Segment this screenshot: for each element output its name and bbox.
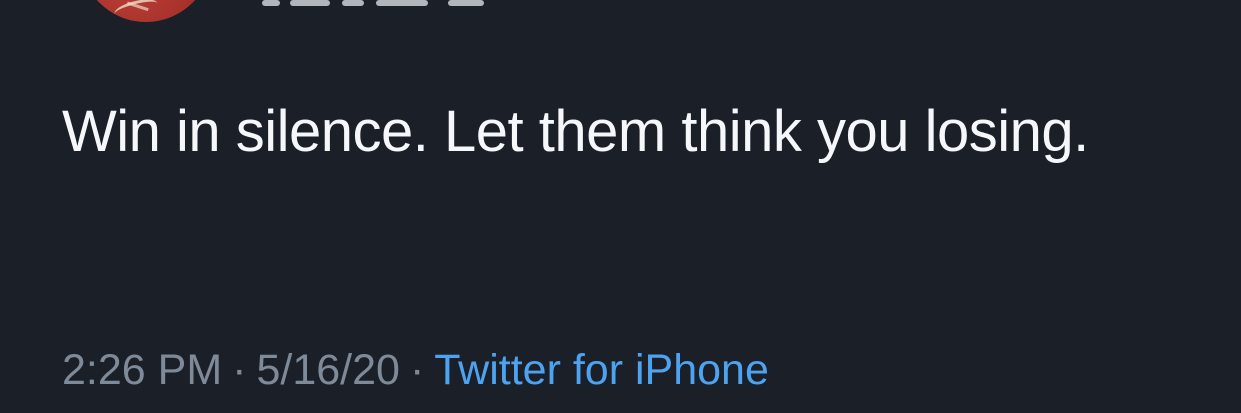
meta-separator: ·	[232, 346, 247, 394]
tweet-date: 5/16/20	[256, 346, 400, 394]
display-name-cropped[interactable]	[262, 0, 522, 6]
tweet-text: Win in silence. Let them think you losin…	[62, 99, 1089, 164]
tweet-meta: 2:26 PM · 5/16/20 · Twitter for iPhone	[62, 344, 769, 396]
avatar[interactable]	[80, 0, 212, 22]
meta-separator: ·	[409, 346, 425, 394]
tweet-detail: Win in silence. Let them think you losin…	[0, 0, 1241, 413]
tweet-source-link[interactable]: Twitter for iPhone	[434, 346, 769, 394]
tweet-time: 2:26 PM	[62, 346, 223, 394]
